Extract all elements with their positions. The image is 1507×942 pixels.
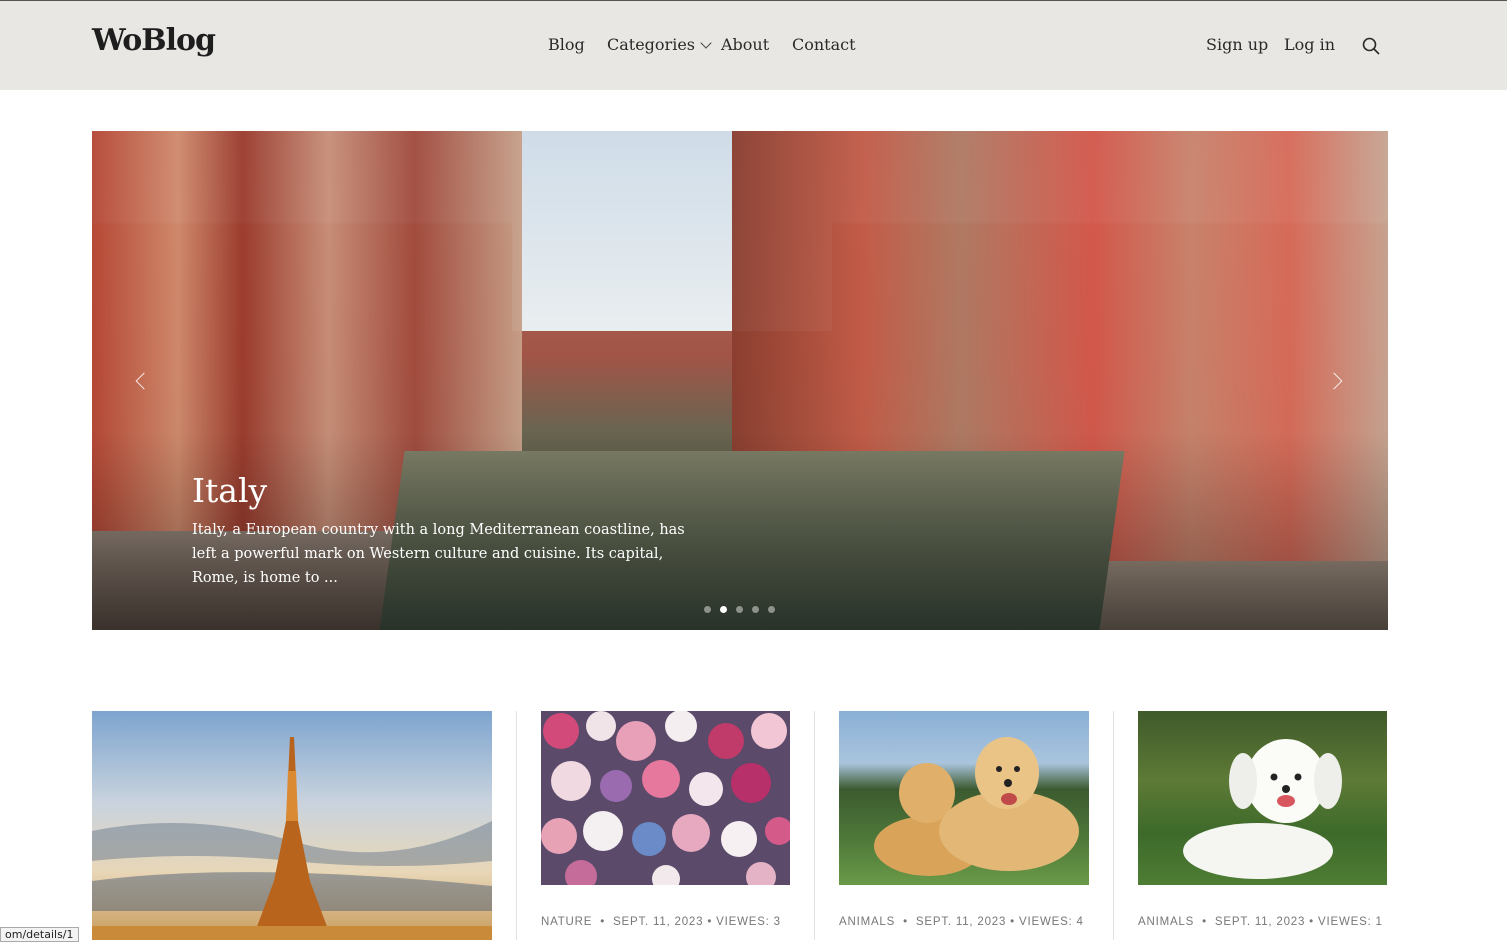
card-image-dogs[interactable] bbox=[839, 711, 1089, 885]
eiffel-tower-image bbox=[92, 737, 492, 940]
card-meta-4: ANIMALS • SEPT. 11, 2023 • VIEWES: 1 bbox=[1138, 916, 1383, 928]
card-date-2: SEPT. 11, 2023 bbox=[613, 916, 704, 928]
nav-categories-label: Categories bbox=[607, 35, 695, 54]
chevron-down-icon bbox=[700, 37, 712, 49]
hero-title[interactable]: Italy bbox=[192, 471, 267, 510]
site-logo[interactable]: WoBlog bbox=[92, 23, 216, 58]
hero-description: Italy, a European country with a long Me… bbox=[192, 522, 685, 586]
card-image-flowers[interactable] bbox=[541, 711, 790, 885]
site-header: WoBlog Blog Categories About Contact Sig… bbox=[0, 0, 1507, 90]
card-views-4: VIEWES: 1 bbox=[1318, 916, 1383, 928]
card-date-3: SEPT. 11, 2023 bbox=[915, 916, 1007, 928]
carousel-dot-5[interactable] bbox=[768, 606, 775, 613]
card-category-3[interactable]: ANIMALS bbox=[839, 916, 895, 928]
log-in-link[interactable]: Log in bbox=[1284, 35, 1335, 54]
card-meta-3: ANIMALS • SEPT. 11, 2023 • VIEWES: 4 bbox=[839, 916, 1084, 928]
card-divider bbox=[1113, 711, 1114, 940]
golden-retrievers-image bbox=[874, 737, 1079, 876]
card-meta-2: NATURE • SEPT. 11, 2023 • VIEWES: 3 bbox=[541, 916, 781, 928]
poodle-image bbox=[1183, 739, 1342, 879]
card-image-poodle[interactable] bbox=[1138, 711, 1387, 885]
card-views-2: VIEWES: 3 bbox=[716, 916, 781, 928]
carousel-dot-1[interactable] bbox=[704, 606, 711, 613]
card-date-4: SEPT. 11, 2023 bbox=[1214, 916, 1306, 928]
search-icon[interactable] bbox=[1362, 37, 1380, 55]
card-category-4[interactable]: ANIMALS bbox=[1138, 916, 1194, 928]
nav-contact[interactable]: Contact bbox=[792, 35, 856, 54]
nav-blog[interactable]: Blog bbox=[548, 35, 585, 54]
nav-about[interactable]: About bbox=[721, 35, 769, 54]
carousel-dot-3[interactable] bbox=[736, 606, 743, 613]
card-views-3: VIEWES: 4 bbox=[1019, 916, 1084, 928]
card-divider bbox=[516, 711, 517, 940]
card-image-paris[interactable] bbox=[92, 711, 492, 940]
nav-categories[interactable]: Categories bbox=[607, 35, 712, 54]
carousel-dot-2[interactable] bbox=[720, 606, 727, 613]
card-divider bbox=[814, 711, 815, 940]
card-category-2[interactable]: NATURE bbox=[541, 916, 592, 928]
sign-up-link[interactable]: Sign up bbox=[1206, 35, 1268, 54]
hero-carousel[interactable]: Italy Italy, a European country with a l… bbox=[92, 131, 1388, 630]
flowers-image bbox=[541, 711, 790, 885]
carousel-dot-4[interactable] bbox=[752, 606, 759, 613]
